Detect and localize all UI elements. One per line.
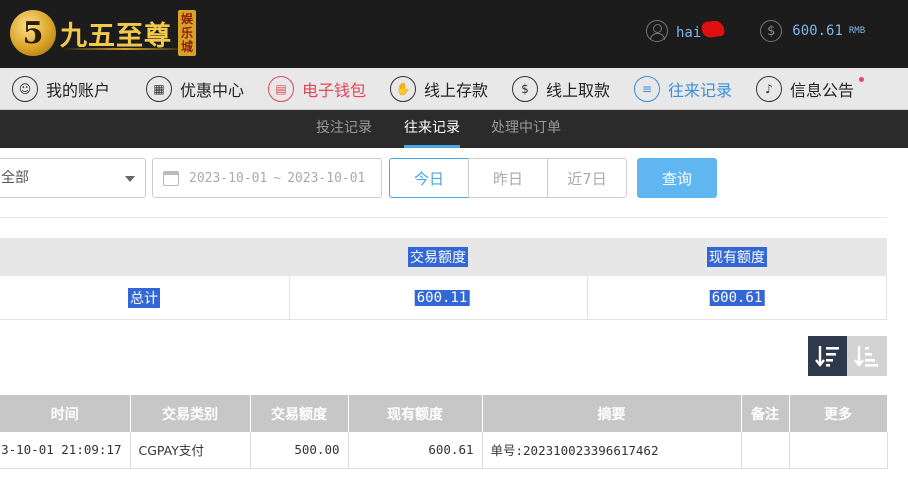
cell-divider — [289, 276, 290, 320]
notification-dot — [859, 76, 865, 82]
nav-item-label: 线上存款 — [424, 80, 489, 100]
summary-header: 交易额度 现有额度 — [0, 238, 887, 276]
main-nav: ☺ 我的账户 ▦ 优惠中心 ▤ 电子钱包 ✋ 线上存款 $ 线上取款 ≡ 往来记… — [0, 68, 908, 110]
nav-item-wallet[interactable]: ▤ 电子钱包 — [268, 68, 366, 110]
user-icon — [646, 20, 668, 42]
cell-more[interactable] — [789, 432, 888, 469]
logo-badge-char: 乐 — [180, 26, 193, 40]
summary-row: 总计 600.11 600.61 — [0, 276, 887, 320]
user-area: hai $ 600.61 RMB — [646, 19, 866, 42]
withdraw-icon: $ — [512, 75, 538, 102]
column-header[interactable]: 现有额度 — [348, 395, 483, 432]
nav-item-my-account[interactable]: ☺ 我的账户 — [12, 68, 110, 110]
nav-item-deposit[interactable]: ✋ 线上存款 — [390, 68, 488, 110]
calendar-icon — [163, 170, 179, 186]
nav-item-withdraw[interactable]: $ 线上取款 — [512, 68, 610, 110]
column-header[interactable]: 摘要 — [482, 395, 742, 432]
sort-desc-icon — [814, 346, 839, 367]
nav-item-label: 往来记录 — [668, 80, 733, 100]
type-select-value: 全部 — [1, 170, 29, 186]
summary-current-amount: 600.61 — [709, 289, 765, 306]
cell-type: CGPAY支付 — [130, 432, 251, 469]
cell-divider — [587, 276, 588, 320]
gift-icon: ▦ — [146, 75, 172, 102]
logo-coin-icon: 5 — [10, 10, 56, 56]
logo-digit: 5 — [22, 15, 44, 51]
column-header[interactable]: 交易额度 — [250, 395, 349, 432]
table-row[interactable]: 2023-10-01 21:09:17 CGPAY支付 500.00 600.6… — [0, 432, 888, 469]
sub-nav: 投注记录 往来记录 处理中订单 — [0, 110, 908, 148]
tab-bet-records[interactable]: 投注记录 — [316, 110, 372, 148]
sort-asc-icon — [854, 346, 878, 367]
logo-badge-char: 娱 — [180, 12, 193, 26]
brand-logo[interactable]: 5 九五至尊 娱 乐 城 — [10, 6, 196, 60]
username[interactable]: hai — [676, 19, 726, 41]
cell-divider — [886, 276, 887, 320]
date-range-input[interactable]: 2023-10-01 ~ 2023-10-01 — [152, 158, 382, 198]
summary-total-label: 总计 — [128, 287, 160, 308]
summary-trade-amount: 600.11 — [414, 289, 470, 306]
tab-transaction-records[interactable]: 往来记录 — [404, 110, 460, 148]
summary-header-trade: 交易额度 — [408, 247, 468, 267]
sort-desc-button[interactable] — [808, 336, 847, 376]
tab-pending-orders[interactable]: 处理中订单 — [491, 110, 561, 148]
date-end: 2023-10-01 — [287, 170, 366, 186]
summary-header-current: 现有额度 — [707, 247, 767, 267]
column-header[interactable]: 更多 — [789, 395, 888, 432]
page: 5 九五至尊 娱 乐 城 hai $ 600.61 RMB ☺ 我的账户 ▦ 优… — [0, 0, 908, 478]
top-header: 5 九五至尊 娱 乐 城 hai $ 600.61 RMB — [0, 0, 908, 68]
username-text: hai — [676, 25, 702, 41]
logo-badge-char: 城 — [180, 40, 193, 54]
quick-today-button[interactable]: 今日 — [389, 158, 469, 198]
logo-underline — [62, 48, 188, 50]
caret-down-icon — [125, 176, 135, 182]
column-header[interactable]: 时间 — [0, 395, 131, 432]
nav-item-label: 电子钱包 — [302, 80, 367, 100]
date-start: 2023-10-01 — [189, 170, 268, 186]
nav-item-label: 我的账户 — [46, 80, 111, 100]
currency-label: RMB — [848, 26, 866, 36]
nav-item-label: 优惠中心 — [180, 80, 245, 100]
query-button[interactable]: 查询 — [637, 158, 717, 198]
records-icon: ≡ — [634, 75, 660, 102]
divider — [0, 217, 887, 218]
nav-item-announcements[interactable]: ♪ 信息公告 — [756, 68, 865, 110]
nav-item-label: 线上取款 — [546, 80, 611, 100]
cell-time-text: 2023-10-01 21:09:17 — [0, 442, 122, 458]
cell-note — [741, 432, 790, 469]
cell-time: 2023-10-01 21:09:17 — [0, 432, 131, 469]
column-header[interactable]: 交易类别 — [130, 395, 251, 432]
deposit-icon: ✋ — [390, 75, 416, 102]
records-table: 时间 交易类别 交易额度 现有额度 摘要 备注 更多 2023-10-01 21… — [0, 395, 888, 469]
table-header-row: 时间 交易类别 交易额度 现有额度 摘要 备注 更多 — [0, 395, 888, 432]
sort-asc-button[interactable] — [847, 336, 887, 376]
quick-7days-button[interactable]: 近7日 — [547, 158, 627, 198]
nav-item-records[interactable]: ≡ 往来记录 — [634, 68, 732, 110]
filter-bar: 全部 2023-10-01 ~ 2023-10-01 今日 昨日 近7日 查询 — [0, 158, 908, 198]
type-select[interactable]: 全部 — [0, 158, 146, 198]
dollar-icon: $ — [760, 20, 783, 42]
nav-item-label: 信息公告 — [790, 80, 855, 100]
quick-yesterday-button[interactable]: 昨日 — [468, 158, 548, 198]
date-separator: ~ — [273, 170, 282, 186]
logo-title: 九五至尊 — [60, 20, 172, 52]
cell-summary: 单号:202310023396617462 — [482, 432, 742, 469]
nav-item-promotions[interactable]: ▦ 优惠中心 — [146, 68, 244, 110]
cell-balance: 600.61 — [348, 432, 483, 469]
summary-table: 交易额度 现有额度 总计 600.11 600.61 — [0, 238, 887, 320]
redaction-mark — [701, 19, 726, 39]
user-icon: ☺ — [12, 75, 38, 102]
cell-amount: 500.00 — [250, 432, 349, 469]
bell-icon: ♪ — [756, 75, 782, 102]
wallet-icon: ▤ — [268, 75, 294, 102]
balance-amount: 600.61 — [792, 23, 843, 39]
column-header[interactable]: 备注 — [741, 395, 790, 432]
